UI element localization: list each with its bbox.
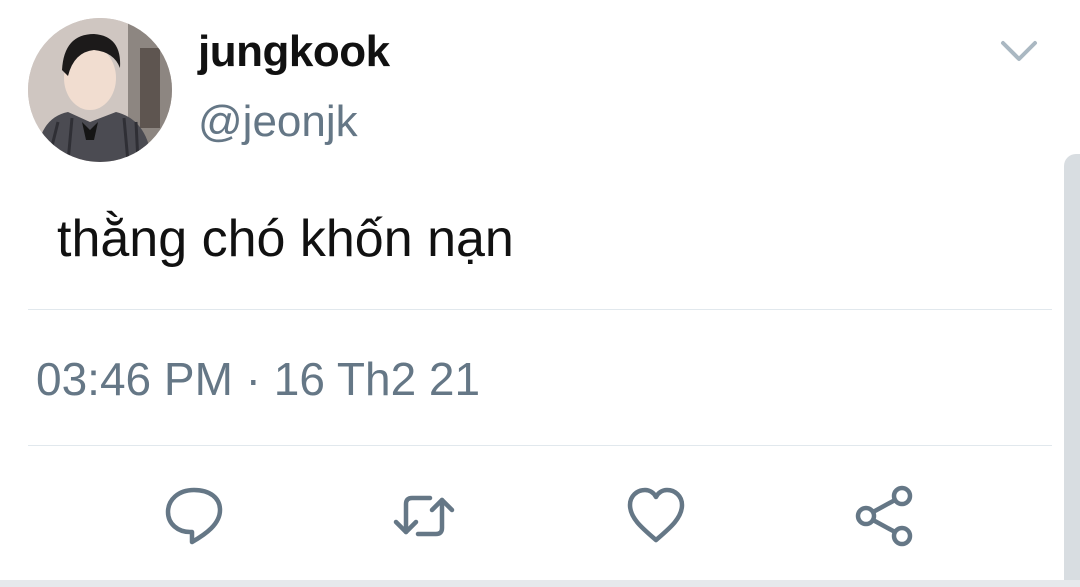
scrollbar[interactable]: [1064, 154, 1080, 587]
tweet-timestamp[interactable]: 03:46 PM · 16 Th2 21: [36, 352, 480, 407]
tweet-card: jungkook @jeonjk thằng chó khốn nạn 03:4…: [0, 0, 1080, 587]
display-name[interactable]: jungkook: [198, 26, 390, 79]
chevron-down-icon[interactable]: [998, 34, 1040, 68]
retweet-icon: [393, 495, 455, 537]
retweet-button[interactable]: [392, 484, 456, 548]
avatar[interactable]: [28, 18, 172, 162]
share-icon: [855, 485, 913, 547]
share-button[interactable]: [852, 484, 916, 548]
heart-icon: [627, 487, 685, 543]
bottom-edge: [0, 580, 1080, 587]
tweet-text: thằng chó khốn nạn: [57, 210, 514, 268]
reply-icon: [165, 487, 223, 545]
avatar-image: [28, 18, 172, 162]
divider: [28, 309, 1052, 310]
divider: [28, 445, 1052, 446]
reply-button[interactable]: [162, 484, 226, 548]
user-handle[interactable]: @jeonjk: [198, 96, 358, 149]
like-button[interactable]: [624, 484, 688, 548]
